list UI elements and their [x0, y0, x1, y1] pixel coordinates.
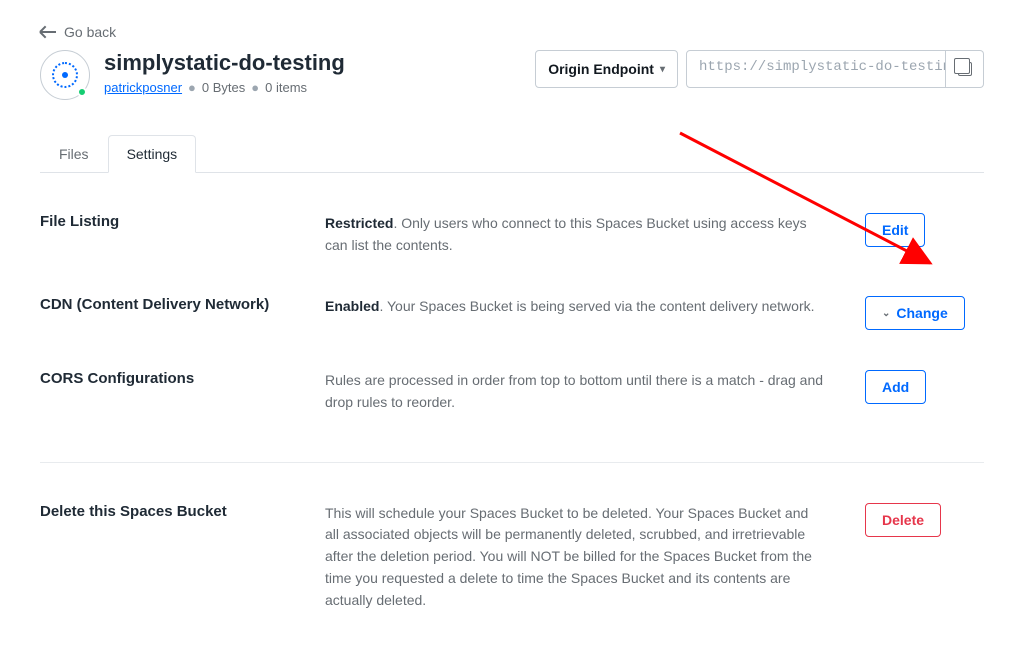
- cdn-label: CDN (Content Delivery Network): [40, 296, 285, 313]
- delete-bucket-button[interactable]: Delete: [865, 503, 941, 537]
- tab-settings[interactable]: Settings: [108, 135, 197, 173]
- endpoint-selector-label: Origin Endpoint: [548, 61, 654, 77]
- endpoint-selector[interactable]: Origin Endpoint ▾: [535, 50, 678, 88]
- chevron-down-icon: ▾: [660, 64, 665, 75]
- arrow-left-icon: [40, 31, 56, 33]
- section-divider: [40, 462, 984, 463]
- file-listing-label: File Listing: [40, 213, 285, 230]
- cors-add-button[interactable]: Add: [865, 370, 926, 404]
- tab-bar: Files Settings: [40, 134, 984, 173]
- page-title: simplystatic-do-testing: [104, 50, 345, 76]
- bucket-size: 0 Bytes: [202, 80, 245, 95]
- copy-icon: [958, 62, 972, 76]
- bucket-item-count: 0 items: [265, 80, 307, 95]
- chevron-down-icon: ⌄: [882, 308, 890, 319]
- owner-link[interactable]: patrickposner: [104, 80, 182, 95]
- bucket-avatar: [40, 50, 90, 100]
- cdn-change-button[interactable]: ⌄ Change: [865, 296, 965, 330]
- file-listing-desc: Restricted. Only users who connect to th…: [325, 213, 825, 256]
- endpoint-url-field[interactable]: https://simplystatic-do-testing.fra: [686, 50, 946, 88]
- delete-bucket-desc: This will schedule your Spaces Bucket to…: [325, 503, 825, 611]
- copy-endpoint-button[interactable]: [946, 50, 984, 88]
- file-listing-edit-button[interactable]: Edit: [865, 213, 925, 247]
- go-back-link[interactable]: Go back: [40, 24, 116, 40]
- cors-label: CORS Configurations: [40, 370, 285, 387]
- go-back-label: Go back: [64, 24, 116, 40]
- status-dot-icon: [77, 87, 87, 97]
- cors-desc: Rules are processed in order from top to…: [325, 370, 825, 413]
- cdn-desc: Enabled. Your Spaces Bucket is being ser…: [325, 296, 825, 318]
- delete-bucket-label: Delete this Spaces Bucket: [40, 503, 285, 520]
- tab-files[interactable]: Files: [40, 135, 108, 173]
